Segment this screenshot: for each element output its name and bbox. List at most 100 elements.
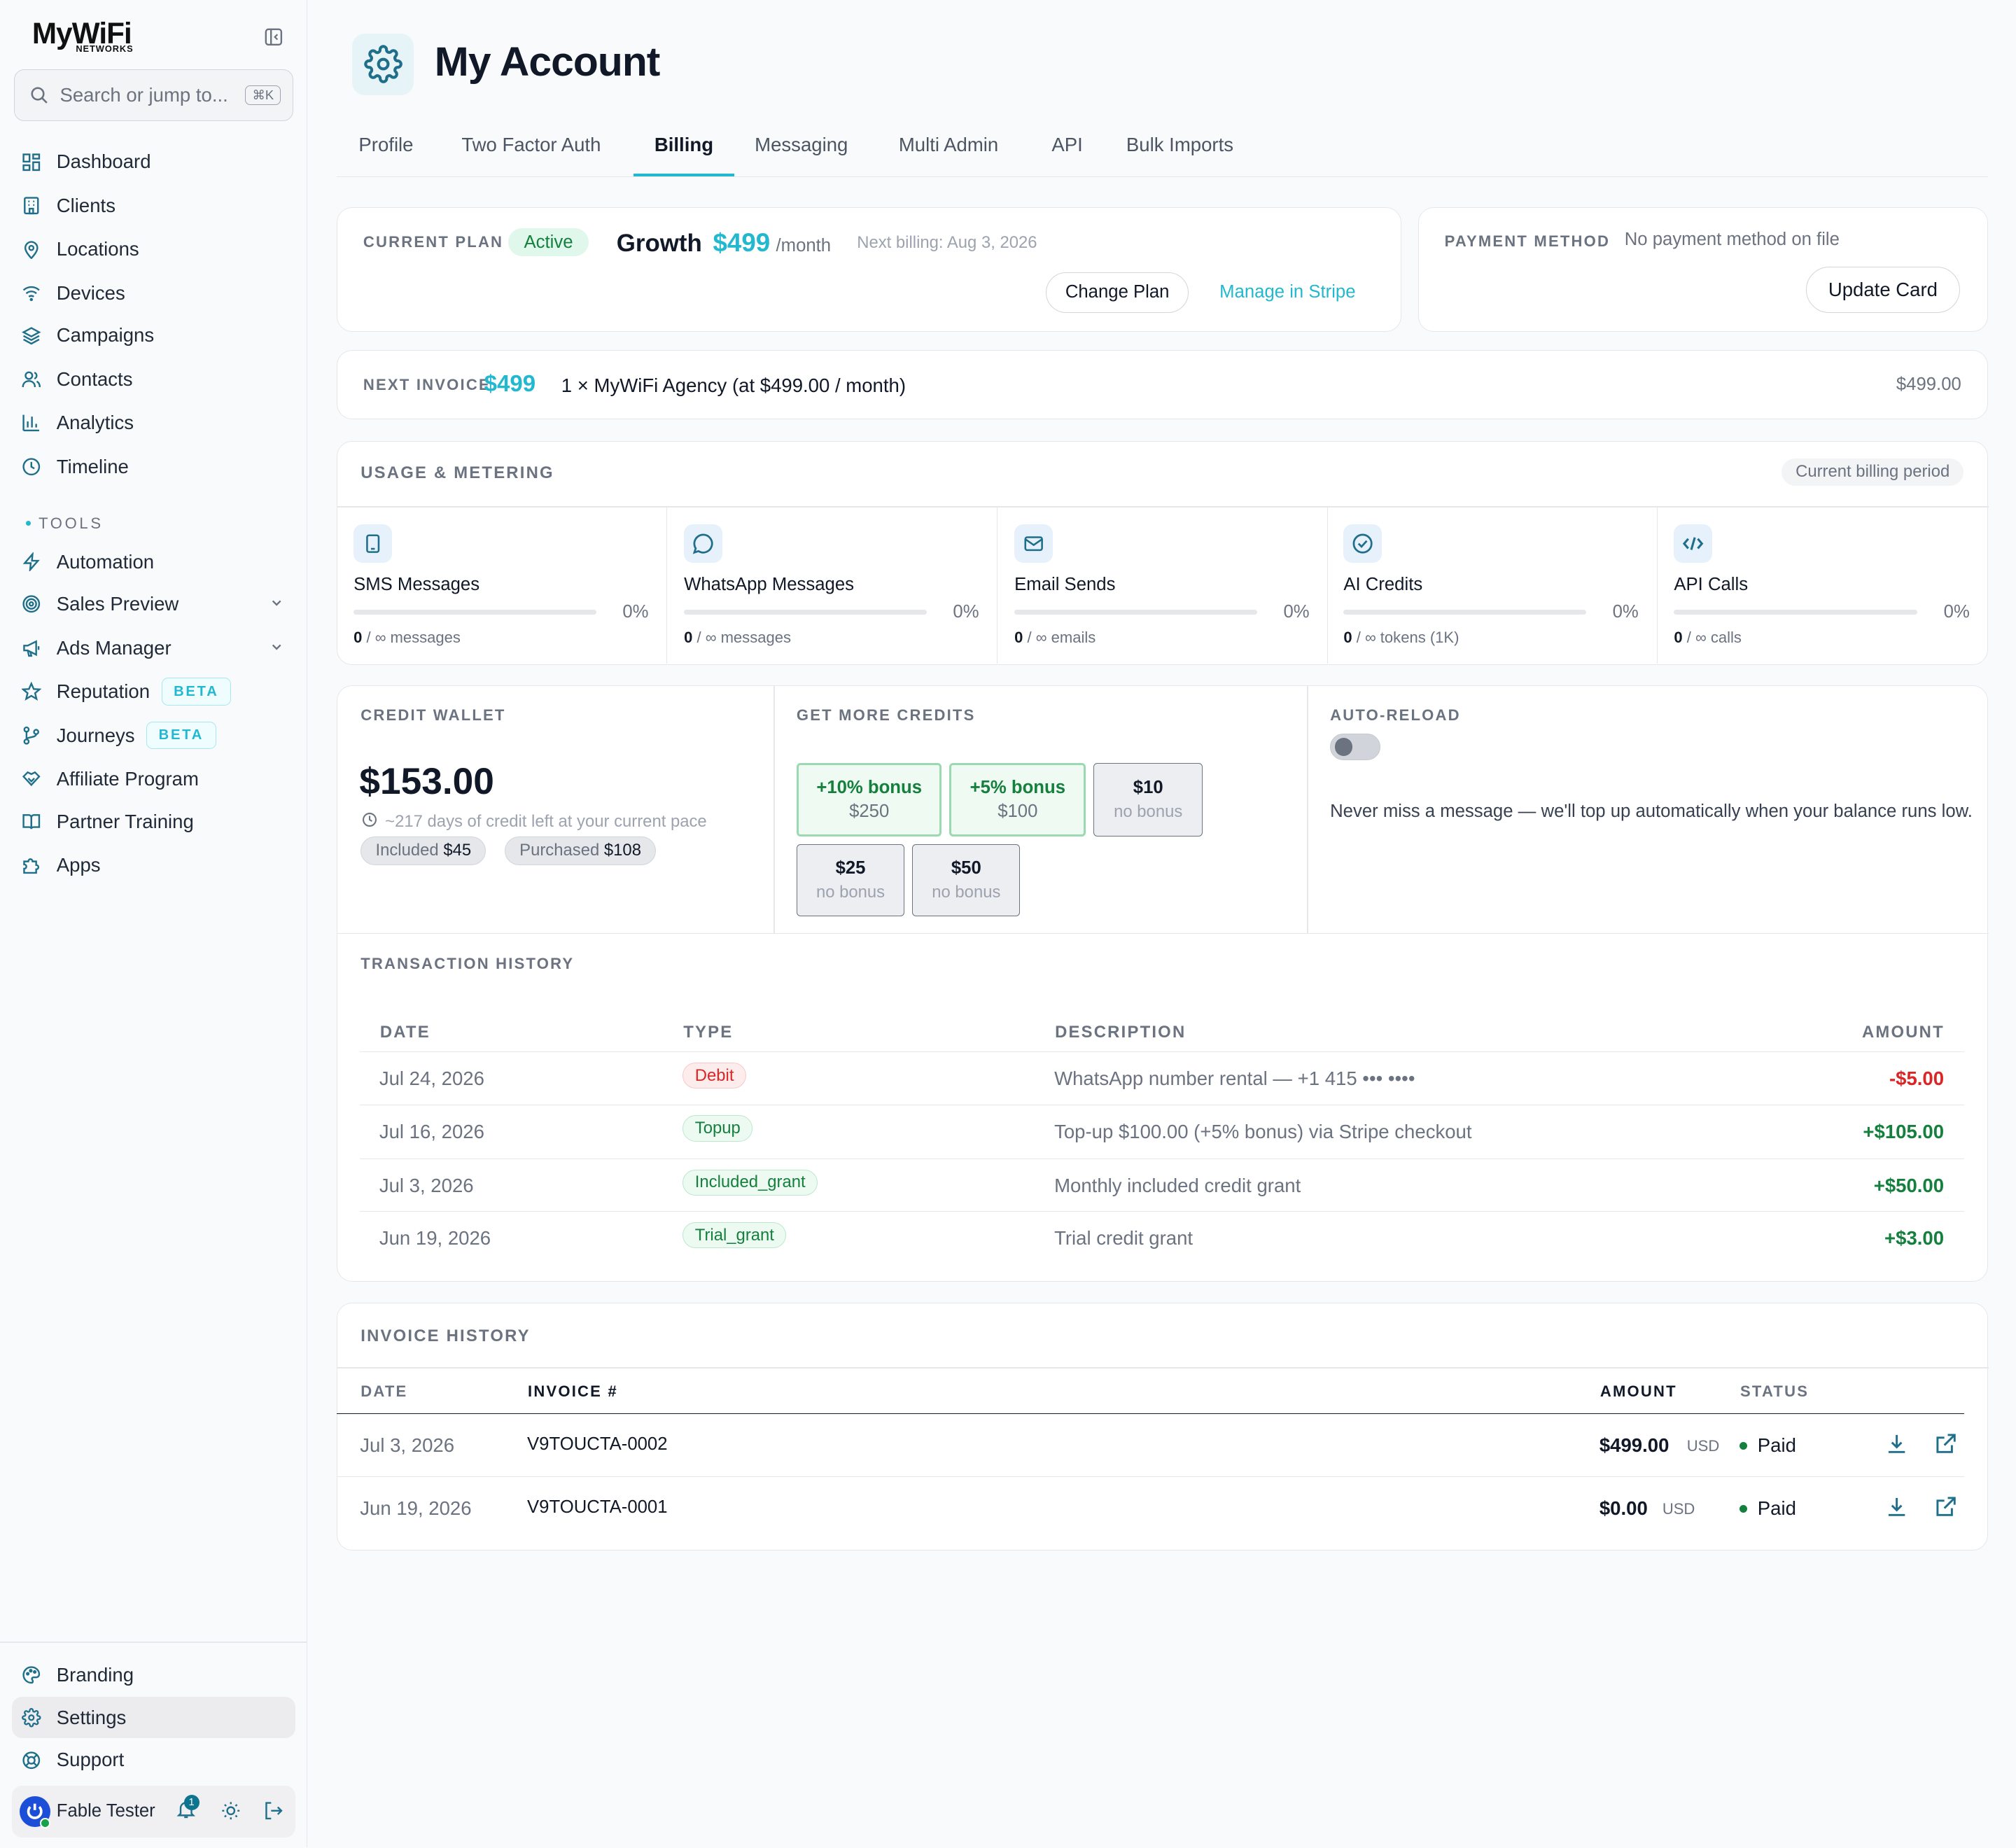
external-link-icon[interactable] (1935, 1433, 1956, 1455)
bar-chart-icon (22, 415, 40, 432)
nav-journeys[interactable]: Journeys BETA (12, 715, 296, 756)
credit-option-price: $100 (997, 802, 1038, 822)
tx-type-badge: Debit (682, 1063, 746, 1089)
nav-label: Journeys (56, 724, 135, 746)
search-placeholder: Search or jump to... (59, 83, 228, 106)
meter-used: 0 (1674, 629, 1683, 647)
chevron-down-icon[interactable] (270, 596, 283, 609)
inv-col-amount: AMOUNT (1600, 1382, 1677, 1401)
meter-icon-box (684, 524, 723, 564)
nav-ads-manager[interactable]: Ads Manager (12, 627, 296, 668)
logout-icon[interactable] (264, 1801, 284, 1821)
logo[interactable]: MyWiFi NETWORKS (32, 18, 133, 54)
tab-bulk-imports[interactable]: Bulk Imports (1126, 134, 1233, 156)
nav-clients[interactable]: Clients (12, 185, 296, 226)
settings-title-icon (352, 33, 414, 95)
nav-partner-training[interactable]: Partner Training (12, 801, 296, 842)
search-input[interactable]: Search or jump to... ⌘K (14, 69, 293, 121)
meter-limit: / ∞ messages (696, 629, 791, 647)
status-dot (1740, 1504, 1748, 1513)
sun-icon[interactable] (221, 1801, 241, 1821)
nav-label: Affiliate Program (56, 768, 199, 790)
nav-reputation[interactable]: Reputation BETA (12, 671, 296, 713)
external-link-icon[interactable] (1935, 1496, 1956, 1518)
nav-devices[interactable]: Devices (12, 272, 296, 314)
plan-name: Growth (616, 229, 702, 257)
page-title: My Account (434, 39, 661, 85)
nav-timeline[interactable]: Timeline (12, 446, 296, 487)
credit-option-50[interactable]: $50 no bonus (912, 844, 1021, 916)
nav-dashboard[interactable]: Dashboard (12, 141, 296, 183)
plan-status-badge: Active (508, 228, 589, 257)
nav-apps[interactable]: Apps (12, 845, 296, 886)
credit-option-25[interactable]: $25 no bonus (796, 844, 905, 916)
tab-profile[interactable]: Profile (358, 134, 413, 156)
toggle-knob (1334, 738, 1353, 757)
meter-count: 0 / ∞ emails (1014, 629, 1096, 647)
nav-label: Devices (56, 281, 125, 304)
tab-billing[interactable]: Billing (654, 134, 713, 156)
nav-contacts[interactable]: Contacts (12, 358, 296, 400)
credit-option-bonus: +5% bonus (969, 777, 1066, 797)
download-icon[interactable] (1886, 1433, 1907, 1455)
tx-date: Jun 19, 2026 (379, 1227, 491, 1250)
payment-label: PAYMENT METHOD (1444, 232, 1611, 250)
update-card-button[interactable]: Update Card (1805, 267, 1961, 314)
check-circle-icon (1352, 533, 1373, 554)
credit-option-price: $10 (1133, 778, 1163, 798)
change-plan-button[interactable]: Change Plan (1046, 272, 1189, 314)
nav-branding[interactable]: Branding (12, 1655, 296, 1696)
tx-date: Jul 3, 2026 (379, 1174, 474, 1196)
palette-icon (22, 1666, 41, 1684)
mail-icon (1024, 536, 1043, 552)
nav-label: Support (56, 1749, 125, 1771)
avatar[interactable] (19, 1795, 50, 1828)
tx-description: Monthly included credit grant (1054, 1174, 1301, 1196)
meter-count: 0 / ∞ messages (684, 629, 791, 647)
credit-option-100[interactable]: +5% bonus $100 (949, 763, 1086, 836)
nav-automation[interactable]: Automation (12, 541, 296, 582)
nav-label: Partner Training (56, 810, 194, 832)
nav-sales-preview[interactable]: Sales Preview (12, 584, 296, 625)
nav-campaigns[interactable]: Campaigns (12, 315, 296, 356)
inv-currency: USD (1686, 1436, 1720, 1455)
tools-section-label: TOOLS (25, 514, 104, 533)
meter-percent: 0% (622, 601, 649, 622)
meter-progress-bar (1014, 609, 1258, 615)
tab-two-factor-auth[interactable]: Two Factor Auth (461, 134, 601, 156)
tab-api[interactable]: API (1051, 134, 1082, 156)
beta-badge: BETA (161, 678, 232, 706)
tab-multi-admin[interactable]: Multi Admin (899, 134, 998, 156)
chevron-down-icon[interactable] (270, 640, 283, 653)
next-invoice-description: 1 × MyWiFi Agency (at $499.00 / month) (561, 374, 906, 397)
tx-type-badge: Included_grant (682, 1169, 818, 1196)
nav-settings[interactable]: Settings (11, 1697, 296, 1739)
nav-label: Automation (56, 550, 155, 573)
tx-description: WhatsApp number rental — +1 415 ••• •••• (1054, 1068, 1415, 1090)
nav-support[interactable]: Support (12, 1740, 296, 1781)
tx-amount: +$50.00 (1873, 1174, 1945, 1196)
nav-locations[interactable]: Locations (12, 229, 296, 270)
tx-description: Top-up $100.00 (+5% bonus) via Stripe ch… (1054, 1120, 1472, 1142)
wifi-icon (22, 286, 40, 302)
collapse-sidebar-icon[interactable] (265, 28, 283, 46)
star-icon (22, 682, 41, 701)
nav-affiliate-program[interactable]: Affiliate Program (12, 759, 296, 800)
tx-col-amount: AMOUNT (1861, 1023, 1945, 1042)
credit-option-10[interactable]: $10 no bonus (1093, 763, 1203, 836)
download-icon[interactable] (1886, 1496, 1907, 1518)
nav-analytics[interactable]: Analytics (12, 402, 296, 444)
zap-icon (22, 552, 41, 572)
purchased-value: $108 (603, 841, 641, 860)
beta-badge: BETA (146, 721, 216, 750)
nav-label: Reputation (56, 680, 150, 703)
manage-stripe-link[interactable]: Manage in Stripe (1219, 282, 1355, 302)
credit-option-250[interactable]: +10% bonus $250 (796, 763, 942, 836)
meter-percent: 0% (1612, 601, 1639, 622)
active-tab-indicator (634, 173, 734, 176)
credit-option-bonus: no bonus (932, 882, 1001, 902)
payment-method-card: PAYMENT METHOD No payment method on file… (1418, 206, 1988, 332)
auto-reload-toggle[interactable] (1330, 733, 1380, 761)
dashboard-icon (22, 153, 41, 171)
tab-messaging[interactable]: Messaging (755, 134, 848, 156)
